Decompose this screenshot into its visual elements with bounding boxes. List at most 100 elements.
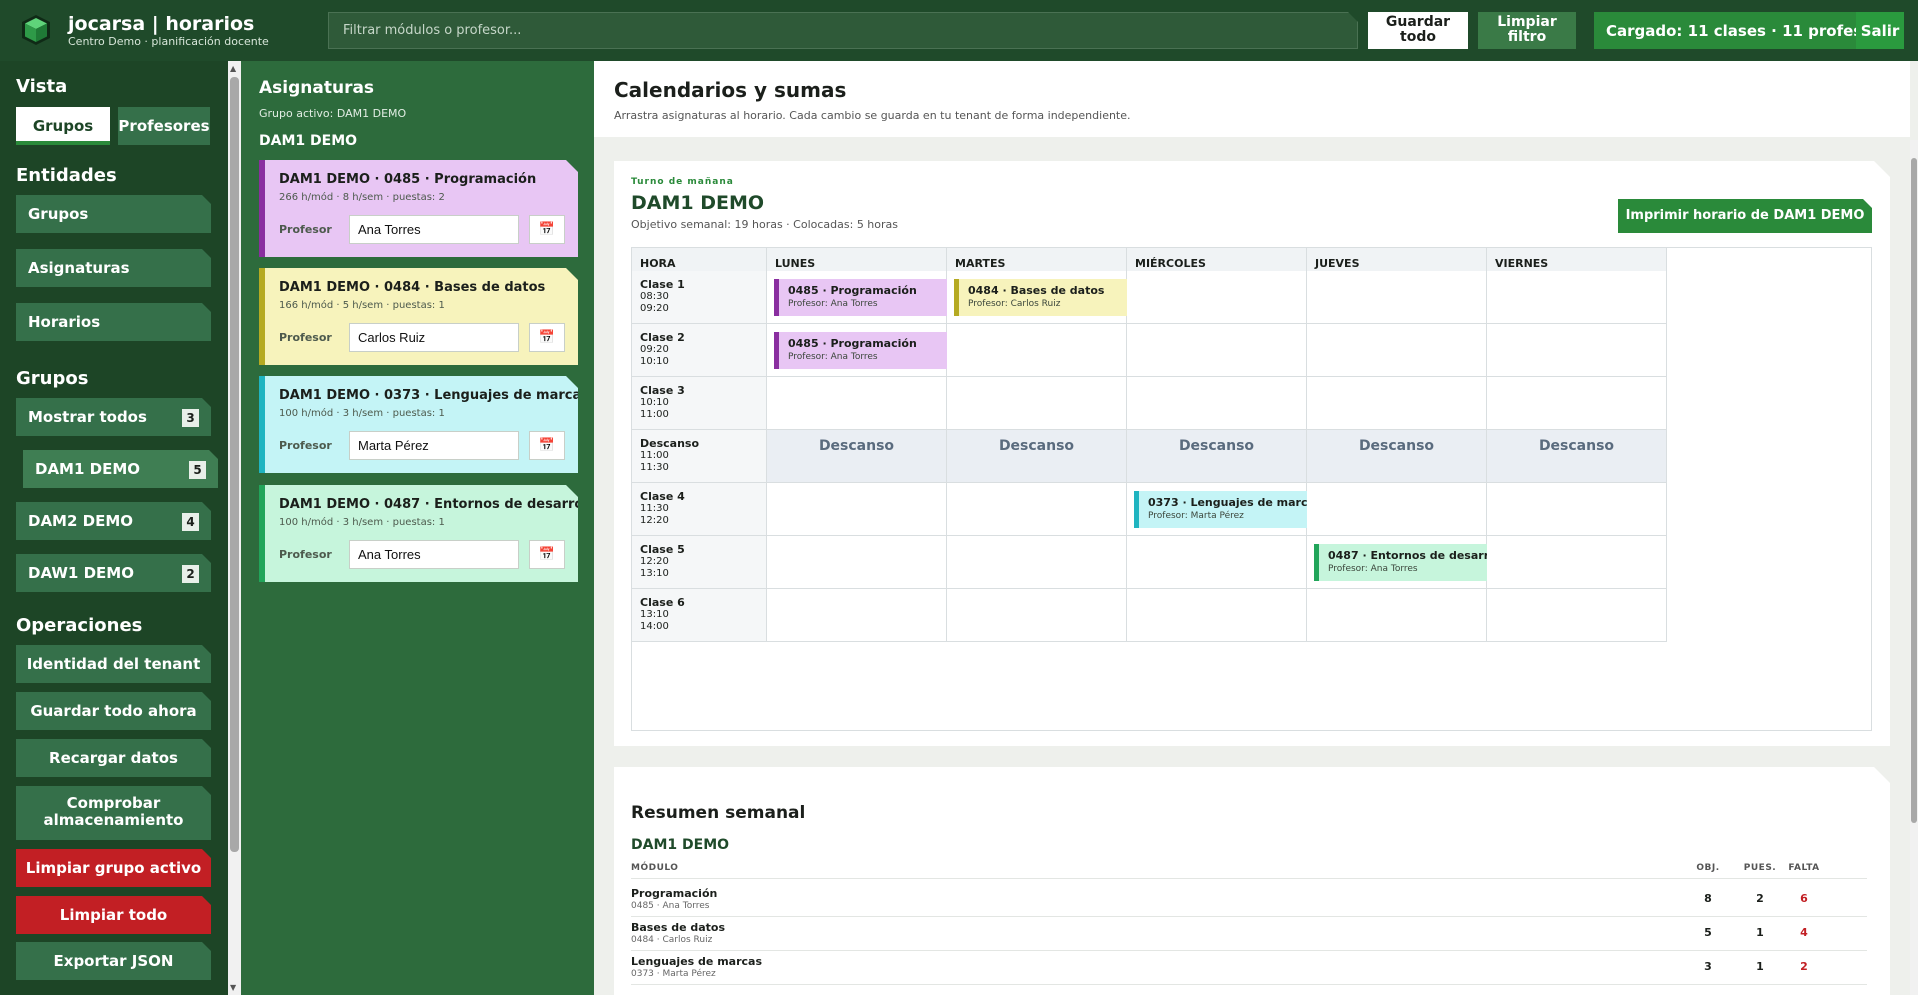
period-label-cell: Clase 1 08:30 09:20 [632, 271, 767, 324]
schedule-cell[interactable] [1487, 589, 1667, 642]
summary-header-module: MÓDULO [631, 863, 679, 873]
subject-card-meta: 100 h/mód · 3 h/sem · puestas: 1 [279, 517, 445, 528]
group-count-badge: 5 [189, 461, 206, 479]
schedule-cell[interactable] [947, 589, 1127, 642]
calendar-icon[interactable]: 📅 [529, 431, 565, 460]
reload-data-button[interactable]: Recargar datos [16, 739, 211, 777]
divider [631, 916, 1867, 917]
schedule-cell[interactable] [1307, 324, 1487, 377]
teacher-input[interactable]: Carlos Ruiz [349, 323, 519, 352]
schedule-cell[interactable] [1487, 324, 1667, 377]
schedule-grid: HORA LUNES MARTES MIÉRCOLES JUEVES VIERNES Cla… [631, 247, 1872, 731]
scroll-up-icon[interactable]: ▲ [230, 64, 236, 73]
schedule-cell[interactable] [947, 377, 1127, 430]
subject-card[interactable]: DAM1 DEMO · 0485 · Programación 266 h/mód… [259, 160, 578, 257]
schedule-cell[interactable]: 0373 · Lenguajes de marcas Profesor: Mart… [1127, 483, 1307, 536]
schedule-cell[interactable] [1307, 271, 1487, 324]
group-dam1-demo[interactable]: DAM1 DEMO 5 [23, 450, 218, 488]
schedule-cell[interactable] [1307, 483, 1487, 536]
schedule-cell[interactable]: 0487 · Entornos de desarrollo Profesor: A… [1307, 536, 1487, 589]
summary-missing-value: 6 [1800, 892, 1808, 905]
schedule-cell[interactable] [1307, 589, 1487, 642]
sidebar-item-grupos[interactable]: Grupos [16, 195, 211, 233]
schedule-cell[interactable] [1127, 324, 1307, 377]
period-start: 12:20 [640, 556, 669, 567]
subject-card[interactable]: DAM1 DEMO · 0484 · Bases de datos 166 h/m… [259, 268, 578, 365]
scrollbar-thumb[interactable] [230, 77, 239, 852]
schedule-cell[interactable] [1487, 536, 1667, 589]
clear-active-group-button[interactable]: Limpiar grupo activo [16, 849, 211, 887]
break-label: Descanso [818, 438, 895, 454]
summary-obj-value: 5 [1704, 926, 1712, 939]
schedule-cell[interactable] [767, 589, 947, 642]
class-title: 0484 · Bases de datos [968, 284, 1105, 297]
break-label: Descanso [1178, 438, 1255, 454]
schedule-cell[interactable] [947, 324, 1127, 377]
schedule-cell[interactable] [947, 536, 1127, 589]
main-scrollbar[interactable] [1910, 140, 1918, 995]
schedule-cell[interactable]: 0485 · Programación Profesor: Ana Torres [767, 324, 947, 377]
teacher-input[interactable]: Ana Torres [349, 215, 519, 244]
clear-all-button[interactable]: Limpiar todo [16, 896, 211, 934]
export-json-button[interactable]: Exportar JSON [16, 942, 211, 980]
schedule-cell[interactable] [947, 483, 1127, 536]
sidebar: Vista Entidades Grupos Asignaturas Horar… [0, 61, 228, 995]
tenant-identity-button[interactable]: Identidad del tenant [16, 645, 211, 683]
teacher-input[interactable]: Ana Torres [349, 540, 519, 569]
schedule-cell[interactable] [1307, 377, 1487, 430]
save-all-button[interactable]: Guardar todo [1368, 12, 1468, 49]
group-show-all[interactable]: Mostrar todos 3 [16, 398, 211, 436]
subject-card[interactable]: DAM1 DEMO · 0487 · Entornos de desarroll… [259, 485, 578, 582]
sidebar-item-asignaturas[interactable]: Asignaturas [16, 249, 211, 287]
group-daw1-demo[interactable]: DAW1 DEMO 2 [16, 554, 211, 592]
save-all-now-button[interactable]: Guardar todo ahora [16, 692, 211, 730]
group-dam2-demo[interactable]: DAM2 DEMO 4 [16, 502, 211, 540]
schedule-cell[interactable] [1487, 483, 1667, 536]
schedule-cell[interactable] [1487, 271, 1667, 324]
check-storage-button[interactable]: Comprobar almacenamiento [16, 786, 211, 840]
period-end: 09:20 [640, 303, 669, 314]
scrollbar-thumb[interactable] [1911, 158, 1917, 823]
calendar-subtitle: Objetivo semanal: 19 horas · Colocadas: … [631, 218, 899, 231]
schedule-cell[interactable] [1127, 271, 1307, 324]
tab-groups[interactable]: Grupos [16, 107, 110, 145]
schedule-cell[interactable] [767, 536, 947, 589]
sidebar-item-horarios[interactable]: Horarios [16, 303, 211, 341]
divider [631, 950, 1867, 951]
app-subtitle: Centro Demo · planificación docente [68, 35, 269, 48]
calendar-icon[interactable]: 📅 [529, 215, 565, 244]
schedule-cell[interactable] [1127, 589, 1307, 642]
subject-card-meta: 266 h/mód · 8 h/sem · puestas: 2 [279, 192, 445, 203]
class-title: 0485 · Programación [788, 284, 917, 297]
sidebar-scrollbar[interactable]: ▲ ▼ [228, 61, 241, 995]
divider [631, 984, 1867, 985]
weekly-summary: Resumen semanal DAM1 DEMO MÓDULO OBJ. PU… [614, 767, 1890, 995]
search-input[interactable]: Filtrar módulos o profesor... [328, 12, 1358, 49]
summary-missing-value: 4 [1800, 926, 1808, 939]
teacher-input[interactable]: Marta Pérez [349, 431, 519, 460]
teacher-label: Profesor [279, 331, 332, 344]
calendar-icon[interactable]: 📅 [529, 323, 565, 352]
operations-section-title: Operaciones [16, 615, 143, 636]
scroll-down-icon[interactable]: ▼ [230, 983, 236, 992]
period-name: Clase 4 [640, 490, 685, 503]
schedule-cell[interactable] [767, 483, 947, 536]
tab-teachers[interactable]: Profesores [118, 107, 210, 145]
schedule-cell[interactable] [1487, 377, 1667, 430]
subject-card[interactable]: DAM1 DEMO · 0373 · Lenguajes de marcas 10… [259, 376, 578, 473]
schedule-cell[interactable] [1127, 377, 1307, 430]
calendar-title: DAM1 DEMO [631, 192, 765, 214]
calendar-icon[interactable]: 📅 [529, 540, 565, 569]
schedule-cell[interactable] [767, 377, 947, 430]
clear-filter-button[interactable]: Limpiar filtro [1478, 12, 1576, 49]
summary-module-name: Bases de datos [631, 921, 726, 934]
schedule-cell[interactable] [1127, 536, 1307, 589]
exit-button[interactable]: Salir [1856, 12, 1904, 49]
period-end: 13:10 [640, 568, 669, 579]
schedule-cell[interactable]: 0485 · Programación Profesor: Ana Torres [767, 271, 947, 324]
schedule-cell[interactable]: 0484 · Bases de datos Profesor: Carlos Ru… [947, 271, 1127, 324]
app-title: jocarsa | horarios [68, 13, 255, 35]
group-label: Mostrar todos [28, 408, 147, 426]
break-cell: Descanso [767, 430, 947, 483]
print-schedule-button[interactable]: Imprimir horario de DAM1 DEMO [1618, 199, 1872, 233]
